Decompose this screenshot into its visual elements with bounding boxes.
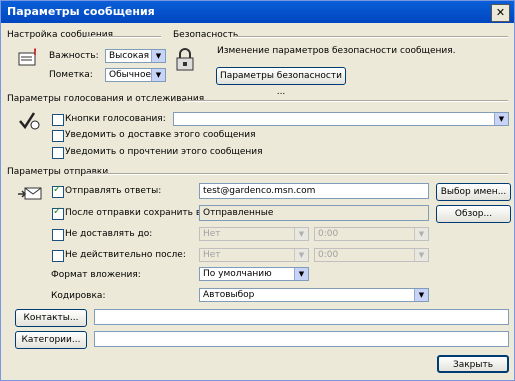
divider — [185, 100, 508, 102]
message-options-dialog: Параметры сообщения ✕ Настройка сообщени… — [0, 0, 515, 381]
expires-checkbox[interactable] — [52, 250, 64, 262]
reply-to-label: Отправлять ответы: — [65, 186, 162, 196]
do-not-deliver-time-value: 0:00 — [318, 229, 339, 239]
svg-text:!: ! — [33, 48, 37, 58]
close-button[interactable]: Закрыть — [437, 355, 509, 373]
padlock-icon — [173, 47, 197, 73]
envelope-arrow-icon — [17, 185, 43, 203]
delivery-receipt-checkbox[interactable] — [52, 130, 64, 142]
categories-button[interactable]: Категории... — [15, 331, 87, 349]
expires-label: Не действительно после: — [65, 250, 186, 260]
security-description: Изменение параметров безопасности сообще… — [217, 46, 456, 56]
sensitivity-label: Пометка: — [49, 70, 93, 80]
voting-buttons-checkbox[interactable] — [52, 114, 64, 126]
select-names-button[interactable]: Выбор имен... — [436, 183, 511, 201]
sensitivity-value: Обычное — [109, 70, 151, 80]
title-bar: Параметры сообщения ✕ — [1, 1, 514, 23]
attachment-format-label: Формат вложения: — [51, 270, 141, 280]
chevron-down-icon: ▼ — [151, 69, 165, 81]
do-not-deliver-label: Не доставлять до: — [65, 229, 153, 239]
delivery-receipt-label: Уведомить о доставке этого сообщения — [65, 130, 256, 140]
do-not-deliver-time-select[interactable]: 0:00 ▼ — [314, 227, 429, 241]
voting-tracking-heading: Параметры голосования и отслеживания — [7, 94, 205, 104]
expires-time-value: 0:00 — [318, 250, 339, 260]
save-sent-folder-field[interactable]: Отправленные — [199, 205, 429, 221]
contacts-field[interactable] — [94, 309, 509, 325]
chevron-down-icon: ▼ — [294, 249, 308, 261]
read-receipt-checkbox[interactable] — [52, 147, 64, 159]
dialog-title: Параметры сообщения — [7, 5, 155, 18]
delivery-options-heading: Параметры отправки — [7, 167, 109, 177]
close-window-button[interactable]: ✕ — [491, 4, 510, 22]
voting-buttons-label: Кнопки голосования: — [65, 114, 166, 124]
chevron-down-icon: ▼ — [294, 228, 308, 240]
attachment-format-value: По умолчанию — [203, 269, 272, 279]
chevron-down-icon: ▼ — [294, 268, 308, 280]
read-receipt-label: Уведомить о прочтении этого сообщения — [65, 147, 263, 157]
sensitivity-select[interactable]: Обычное ▼ — [105, 68, 166, 82]
encoding-select[interactable]: Автовыбор ▼ — [199, 288, 429, 302]
message-envelope-icon: ! — [17, 47, 37, 67]
divider — [233, 36, 508, 38]
expires-date-value: Нет — [203, 250, 221, 260]
voting-buttons-select[interactable]: ▼ — [173, 112, 509, 126]
save-sent-folder-value: Отправленные — [203, 208, 274, 218]
browse-button[interactable]: Обзор... — [436, 205, 511, 223]
do-not-deliver-checkbox[interactable] — [52, 229, 64, 241]
save-sent-checkbox[interactable] — [52, 206, 64, 220]
importance-value: Высокая — [109, 51, 150, 61]
attachment-format-select[interactable]: По умолчанию ▼ — [199, 267, 309, 281]
do-not-deliver-date-value: Нет — [203, 229, 221, 239]
contacts-button[interactable]: Контакты... — [15, 309, 87, 327]
chevron-down-icon: ▼ — [414, 228, 428, 240]
reply-to-checkbox[interactable] — [52, 184, 64, 198]
encoding-value: Автовыбор — [203, 290, 255, 300]
expires-date-select[interactable]: Нет ▼ — [199, 248, 309, 262]
reply-to-value: test@gardenco.msn.com — [203, 186, 316, 196]
do-not-deliver-date-select[interactable]: Нет ▼ — [199, 227, 309, 241]
reply-to-field[interactable]: test@gardenco.msn.com — [199, 183, 429, 199]
security-heading: Безопасность — [173, 30, 239, 40]
chevron-down-icon: ▼ — [414, 289, 428, 301]
chevron-down-icon: ▼ — [414, 249, 428, 261]
chevron-down-icon: ▼ — [151, 50, 165, 62]
importance-select[interactable]: Высокая ▼ — [105, 49, 166, 63]
expires-time-select[interactable]: 0:00 ▼ — [314, 248, 429, 262]
voting-check-icon — [17, 109, 41, 133]
save-sent-label: После отправки сохранить в: — [65, 208, 205, 218]
categories-field[interactable] — [94, 331, 509, 347]
encoding-label: Кодировка: — [51, 291, 106, 301]
importance-label: Важность: — [49, 51, 99, 61]
divider — [86, 36, 161, 38]
security-settings-button[interactable]: Параметры безопасности ... — [216, 67, 346, 97]
message-settings-heading: Настройка сообщения — [7, 30, 114, 40]
divider — [85, 173, 508, 175]
chevron-down-icon: ▼ — [494, 113, 508, 125]
